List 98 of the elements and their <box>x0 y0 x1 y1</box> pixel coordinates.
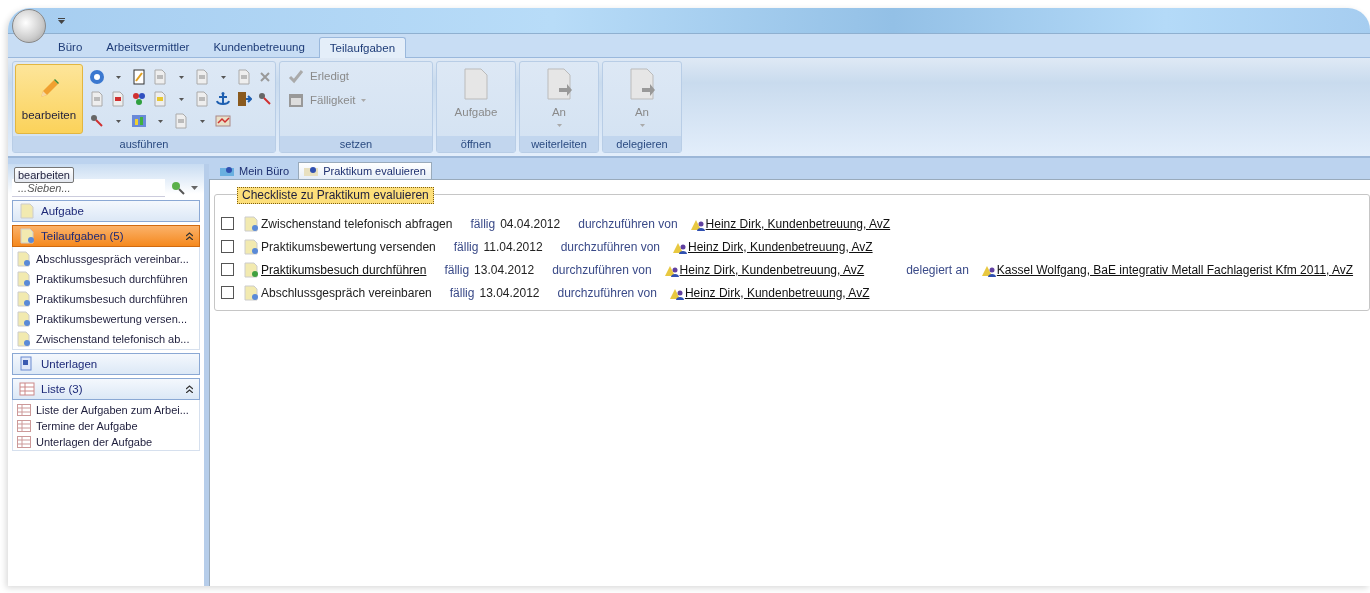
document-arrow-icon <box>545 68 573 100</box>
section-header[interactable]: Liste (3) <box>12 378 200 400</box>
dropdown-icon[interactable] <box>58 17 65 24</box>
sidebar-item[interactable]: Abschlussgespräch vereinbar... <box>36 253 189 265</box>
document-icon <box>243 284 259 301</box>
caret-icon <box>556 124 562 127</box>
group-label: delegieren <box>603 136 681 152</box>
document-icon <box>17 311 31 327</box>
table-icon <box>17 404 31 416</box>
sidebar-item[interactable]: Praktikumsbesuch durchführen <box>36 293 188 305</box>
chart-icon[interactable] <box>131 113 147 129</box>
filter-field[interactable]: ...Sieben... <box>12 179 165 197</box>
sidebar-item[interactable]: Liste der Aufgaben zum Arbei... <box>36 404 189 416</box>
search-icon[interactable] <box>171 181 185 195</box>
document-icon <box>17 291 31 307</box>
sidebar-item[interactable]: Praktikumsbesuch durchführen <box>36 273 188 285</box>
dropdown-icon[interactable] <box>115 119 121 123</box>
checkbox[interactable] <box>221 286 234 299</box>
checkmark-icon <box>288 68 304 84</box>
checkbox[interactable] <box>221 240 234 253</box>
assignee-link[interactable]: Heinz Dirk, Kundenbetreuung, AvZ <box>684 285 870 300</box>
assignee-label: durchzuführen von <box>560 239 661 254</box>
sidebar-item[interactable]: Praktikumsbewertung versen... <box>36 313 187 325</box>
sidebar-item[interactable]: Unterlagen der Aufgabe <box>36 436 153 448</box>
section-header[interactable]: Aufgabe <box>12 200 200 222</box>
delegate-link[interactable]: Kassel Wolfgang, BaE integrativ Metall Fachlagerist Kfm 2011, AvZ <box>996 262 1354 277</box>
folder-icon <box>19 356 35 372</box>
document-icon[interactable] <box>110 91 126 107</box>
checkbox[interactable] <box>221 217 234 230</box>
ribbon-tab[interactable]: Kundenbetreuung <box>203 37 315 57</box>
group-label: öffnen <box>437 136 515 152</box>
delegate-label: delegiert an <box>906 262 969 277</box>
due-label: fällig <box>449 285 475 300</box>
task-link[interactable]: Praktikumsbesuch durchführen <box>261 262 427 277</box>
assignee-label: durchzuführen von <box>557 285 657 300</box>
assignee-label: durchzuführen von <box>578 216 678 231</box>
document-icon <box>243 215 259 232</box>
document-icon <box>243 238 259 255</box>
due-label: fällig <box>453 239 479 254</box>
document-icon <box>462 68 490 100</box>
document-icon <box>17 251 31 267</box>
table-icon <box>17 436 31 448</box>
dropdown-icon[interactable] <box>178 75 184 79</box>
assignee-link[interactable]: Heinz Dirk, Kundenbetreuung, AvZ <box>688 239 873 254</box>
dropdown-icon[interactable] <box>199 119 205 123</box>
calendar-icon <box>288 92 304 108</box>
document-icon <box>17 331 31 347</box>
collapse-icon[interactable] <box>186 232 193 240</box>
checkbox[interactable] <box>221 263 234 276</box>
tooltip: bearbeiten <box>14 167 74 183</box>
table-icon <box>17 420 31 432</box>
dropdown-icon[interactable] <box>157 119 163 123</box>
sidebar-item[interactable]: Zwischenstand telefonisch ab... <box>36 333 190 345</box>
ribbon-tab[interactable]: Büro <box>48 37 93 57</box>
note-icon[interactable] <box>131 69 147 85</box>
edit-button[interactable]: bearbeiten <box>15 64 83 134</box>
dropdown-icon[interactable] <box>191 186 198 190</box>
document-icon <box>19 203 35 219</box>
caret-icon <box>361 98 367 102</box>
anchor-icon[interactable] <box>215 91 231 107</box>
dropdown-icon[interactable] <box>220 75 226 79</box>
magnifier-icon[interactable] <box>257 91 273 107</box>
group-label: ausführen <box>13 136 275 152</box>
due-date: 13.04.2012 <box>479 285 540 300</box>
task-name: Praktikumsbewertung versenden <box>261 239 436 254</box>
document-icon <box>17 271 31 287</box>
checklist-title: Checkliste zu Praktikum evaluieren <box>237 187 434 204</box>
document-tab[interactable]: Mein Büro <box>215 163 295 179</box>
sidebar-item[interactable]: Termine der Aufgabe <box>36 420 138 432</box>
document-tab[interactable]: Praktikum evaluieren <box>298 162 432 179</box>
document-icon <box>243 261 259 278</box>
dropdown-icon[interactable] <box>178 97 184 101</box>
group-label: setzen <box>280 136 432 152</box>
ribbon-tab[interactable]: Arbeitsvermittler <box>96 37 200 57</box>
app-logo-icon[interactable] <box>12 8 46 43</box>
section-header[interactable]: Teilaufgaben (5) <box>12 225 200 247</box>
due-label: fällig <box>470 216 496 231</box>
tab-icon <box>220 165 234 177</box>
due-date: 13.04.2012 <box>474 262 535 277</box>
section-header[interactable]: Unterlagen <box>12 353 200 375</box>
collapse-icon[interactable] <box>186 385 193 393</box>
door-icon[interactable] <box>236 91 252 107</box>
document-arrow-icon <box>628 68 656 100</box>
group-label: weiterleiten <box>520 136 598 152</box>
due-date: 11.04.2012 <box>483 239 543 254</box>
caret-icon <box>639 124 645 127</box>
table-icon <box>19 382 35 396</box>
dropdown-icon[interactable] <box>115 75 121 79</box>
assignee-label: durchzuführen von <box>552 262 652 277</box>
tab-icon <box>304 165 319 177</box>
ribbon-tab[interactable]: Teilaufgaben <box>318 37 407 58</box>
assignee-link[interactable]: Heinz Dirk, Kundenbetreuung, AvZ <box>705 216 891 231</box>
due-label: fällig <box>444 262 470 277</box>
document-icon <box>19 228 35 244</box>
assignee-link[interactable]: Heinz Dirk, Kundenbetreuung, AvZ <box>679 262 865 277</box>
task-name: Abschlussgespräch vereinbaren <box>261 285 432 300</box>
task-name: Zwischenstand telefonisch abfragen <box>261 216 453 231</box>
due-date: 04.04.2012 <box>500 216 561 231</box>
